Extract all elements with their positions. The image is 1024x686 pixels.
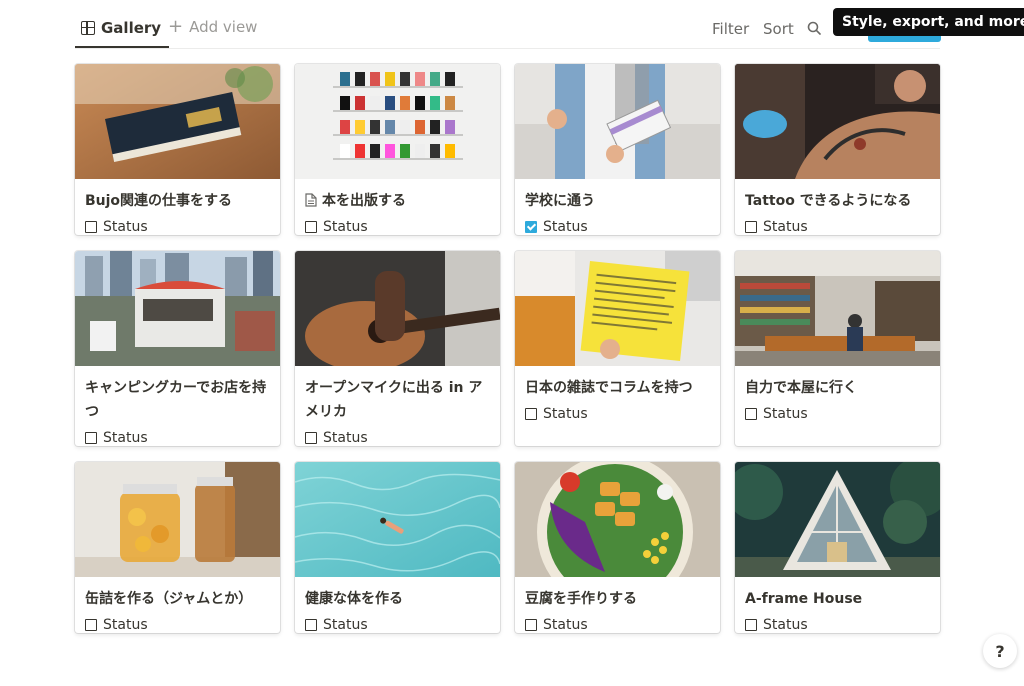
gallery-card[interactable]: 健康な体を作る Status	[295, 462, 500, 633]
status-label: Status	[323, 430, 368, 446]
status-checkbox[interactable]	[745, 221, 757, 233]
tooltip: Style, export, and more.	[833, 8, 1024, 36]
card-title: A-frame House	[745, 591, 863, 607]
toolbar-divider	[75, 48, 940, 49]
card-title: 学校に通う	[525, 193, 595, 209]
card-title: 本を出版する	[305, 189, 490, 213]
status-checkbox[interactable]	[745, 619, 757, 631]
gallery-card[interactable]: キャンピングカーでお店を持つ Status	[75, 251, 280, 446]
status-checkbox[interactable]	[525, 408, 537, 420]
gallery-card[interactable]: 缶詰を作る（ジャムとか） Status	[75, 462, 280, 633]
status-label: Status	[103, 430, 148, 446]
status-property[interactable]: Status	[745, 406, 930, 422]
gallery-card[interactable]: オープンマイクに出る in アメリカ Status	[295, 251, 500, 446]
gallery-card[interactable]: A-frame House Status	[735, 462, 940, 633]
gallery-card[interactable]: 自力で本屋に行く Status	[735, 251, 940, 446]
page-icon	[305, 193, 317, 207]
tab-gallery[interactable]: Gallery	[75, 10, 170, 48]
card-title: 缶詰を作る（ジャムとか）	[85, 591, 253, 607]
status-property[interactable]: Status	[525, 406, 710, 422]
status-checkbox[interactable]	[85, 432, 97, 444]
status-label: Status	[103, 617, 148, 633]
card-title: Tattoo できるようになる	[745, 193, 912, 209]
status-property[interactable]: Status	[305, 430, 490, 446]
card-title: 自力で本屋に行く	[745, 380, 857, 396]
status-checkbox[interactable]	[85, 619, 97, 631]
status-label: Status	[323, 219, 368, 235]
cover-image-guitar	[295, 251, 500, 366]
cover-image-pool	[295, 462, 500, 577]
status-property[interactable]: Status	[305, 617, 490, 633]
cover-image-salad	[515, 462, 720, 577]
status-label: Status	[323, 617, 368, 633]
status-property[interactable]: Status	[525, 219, 710, 235]
status-label: Status	[103, 219, 148, 235]
status-checkbox[interactable]	[525, 619, 537, 631]
status-property[interactable]: Status	[525, 617, 710, 633]
cover-image-student	[515, 64, 720, 179]
status-checkbox[interactable]	[85, 221, 97, 233]
add-view-button[interactable]: + Add view	[168, 16, 258, 37]
help-button[interactable]: ?	[983, 634, 1017, 668]
card-title: キャンピングカーでお店を持つ	[85, 380, 267, 420]
cover-image-cabin	[735, 462, 940, 577]
status-property[interactable]: Status	[745, 617, 930, 633]
cover-image-tattoo	[735, 64, 940, 179]
search-icon[interactable]	[807, 21, 821, 35]
card-title: オープンマイクに出る in アメリカ	[305, 380, 483, 420]
status-checkbox[interactable]	[305, 619, 317, 631]
status-label: Status	[763, 219, 808, 235]
gallery-grid: Bujo関連の仕事をする Status 本を出版する Status 学校に通う …	[75, 64, 940, 633]
gallery-card[interactable]: 学校に通う Status	[515, 64, 720, 235]
gallery-card[interactable]: Tattoo できるようになる Status	[735, 64, 940, 235]
status-property[interactable]: Status	[85, 219, 270, 235]
status-label: Status	[763, 617, 808, 633]
status-checkbox[interactable]	[305, 432, 317, 444]
cover-image-food-truck	[75, 251, 280, 366]
status-property[interactable]: Status	[85, 430, 270, 446]
status-checkbox[interactable]	[305, 221, 317, 233]
status-property[interactable]: Status	[85, 617, 270, 633]
add-view-label: Add view	[189, 18, 258, 36]
cover-image-book	[75, 64, 280, 179]
gallery-card[interactable]: Bujo関連の仕事をする Status	[75, 64, 280, 235]
status-label: Status	[543, 617, 588, 633]
card-title: 健康な体を作る	[305, 591, 403, 607]
status-label: Status	[543, 406, 588, 422]
status-checkbox[interactable]	[745, 408, 757, 420]
gallery-icon	[81, 21, 95, 35]
gallery-card[interactable]: 日本の雑誌でコラムを持つ Status	[515, 251, 720, 446]
cover-image-magazine	[515, 251, 720, 366]
card-title: 日本の雑誌でコラムを持つ	[525, 380, 693, 396]
status-property[interactable]: Status	[305, 219, 490, 235]
filter-button[interactable]: Filter	[712, 20, 749, 38]
plus-icon: +	[168, 16, 184, 37]
cover-image-jars	[75, 462, 280, 577]
status-property[interactable]: Status	[745, 219, 930, 235]
tab-gallery-label: Gallery	[101, 19, 162, 37]
cover-image-magazine-shelves	[295, 64, 500, 179]
gallery-card[interactable]: 本を出版する Status	[295, 64, 500, 235]
card-title: Bujo関連の仕事をする	[85, 193, 233, 209]
cover-image-bookstore	[735, 251, 940, 366]
card-title: 豆腐を手作りする	[525, 591, 637, 607]
gallery-card[interactable]: 豆腐を手作りする Status	[515, 462, 720, 633]
status-checkbox-checked[interactable]	[525, 221, 537, 233]
status-label: Status	[543, 219, 588, 235]
status-label: Status	[763, 406, 808, 422]
sort-button[interactable]: Sort	[763, 20, 794, 38]
